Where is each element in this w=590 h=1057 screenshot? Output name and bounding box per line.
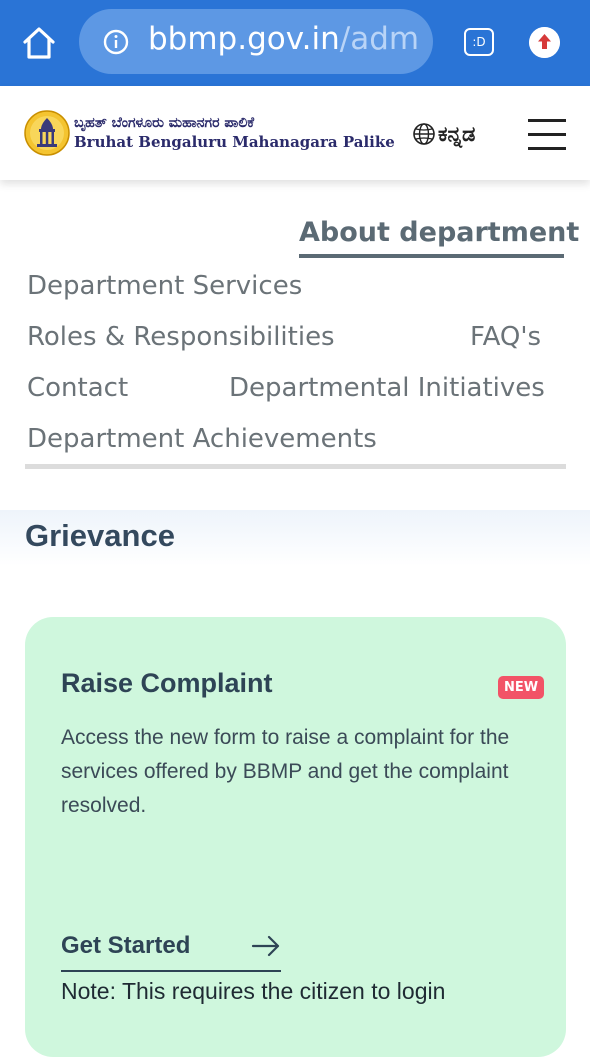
login-note: Note: This requires the citizen to login: [61, 978, 446, 1004]
card-title: Raise Complaint: [61, 668, 273, 698]
globe-icon: [413, 123, 435, 145]
tab-about-department[interactable]: About department: [299, 217, 579, 248]
tab-switcher-button[interactable]: :D: [464, 28, 494, 56]
url-text: bbmp.gov.in/adm: [148, 21, 419, 57]
hamburger-menu-icon[interactable]: [528, 119, 566, 151]
browser-toolbar: bbmp.gov.in/adm :D: [0, 0, 590, 86]
logo-english-text: Bruhat Bengaluru Mahanagara Palike: [74, 133, 395, 151]
raise-complaint-card: Raise Complaint NEW Access the new form …: [25, 617, 566, 1057]
link-roles-responsibilities[interactable]: Roles & Responsibilities: [27, 322, 335, 352]
link-department-services[interactable]: Department Services: [27, 271, 302, 301]
language-label: ಕನ್ನಡ: [438, 121, 476, 146]
get-started-label: Get Started: [61, 932, 191, 959]
bbmp-emblem-icon[interactable]: [24, 110, 70, 156]
department-nav: About department Department Services Rol…: [0, 180, 590, 480]
home-icon[interactable]: [20, 24, 58, 62]
url-domain: bbmp.gov.in: [148, 21, 340, 57]
link-departmental-initiatives[interactable]: Departmental Initiatives: [229, 373, 545, 403]
update-arrow-icon[interactable]: [529, 27, 560, 58]
logo-kannada-text: ಬೃಹತ್ ಬೆಂಗಳೂರು ಮಹಾನಗರ ಪಾಲಿಕೆ: [74, 115, 255, 131]
url-path: /adm: [339, 21, 420, 57]
arrow-right-icon: [251, 935, 280, 957]
address-bar[interactable]: bbmp.gov.in/adm: [79, 9, 433, 74]
new-badge: NEW: [498, 676, 545, 699]
info-icon[interactable]: [103, 29, 129, 55]
get-started-link[interactable]: Get Started: [61, 928, 281, 972]
link-contact[interactable]: Contact: [27, 373, 128, 403]
grievance-heading: Grievance: [25, 518, 175, 553]
nav-divider: [25, 464, 566, 469]
site-header: ಬೃಹತ್ ಬೆಂಗಳೂರು ಮಹಾನಗರ ಪಾಲಿಕೆ Bruhat Beng…: [0, 86, 590, 180]
active-tab-underline: [299, 254, 564, 258]
link-faqs[interactable]: FAQ's: [470, 322, 541, 352]
link-department-achievements[interactable]: Department Achievements: [27, 424, 377, 454]
card-description: Access the new form to raise a complaint…: [61, 726, 510, 817]
language-switch-button[interactable]: ಕನ್ನಡ: [412, 120, 475, 148]
